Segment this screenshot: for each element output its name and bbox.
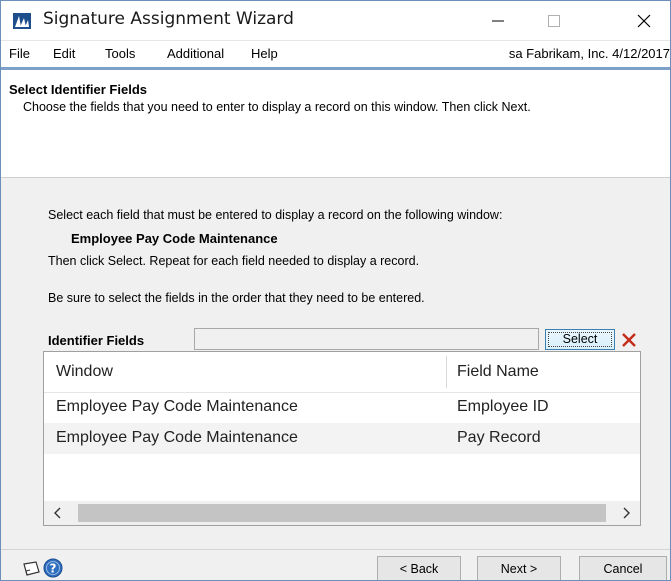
company-info: sa Fabrikam, Inc. 4/12/2017 — [508, 46, 670, 61]
wizard-window: Signature Assignment Wizard File Edit To… — [0, 0, 671, 581]
next-button[interactable]: Next > — [477, 556, 561, 580]
scroll-thumb[interactable] — [78, 504, 606, 522]
menu-edit[interactable]: Edit — [53, 46, 75, 61]
column-header-window[interactable]: Window — [56, 363, 113, 381]
list-header: Window Field Name — [44, 352, 640, 393]
maximize-icon — [548, 14, 560, 27]
menu-file[interactable]: File — [9, 46, 30, 61]
scroll-right-button[interactable] — [612, 501, 640, 525]
column-header-field-name[interactable]: Field Name — [457, 363, 539, 381]
back-button[interactable]: < Back — [377, 556, 461, 580]
horizontal-scrollbar[interactable] — [44, 501, 640, 525]
identifier-field-input[interactable] — [194, 328, 539, 350]
cell-window: Employee Pay Code Maintenance — [56, 398, 298, 415]
table-row[interactable]: Employee Pay Code Maintenance Employee I… — [44, 392, 640, 423]
identifier-fields-list[interactable]: Window Field Name Employee Pay Code Main… — [43, 351, 641, 526]
header-description: Choose the fields that you need to enter… — [23, 100, 531, 114]
maximize-button[interactable] — [531, 1, 577, 40]
cell-window: Employee Pay Code Maintenance — [56, 429, 298, 446]
select-button[interactable]: Select — [545, 329, 615, 350]
minimize-button[interactable] — [475, 1, 521, 40]
cell-field-name: Pay Record — [457, 429, 541, 446]
instruction-line-2: Then click Select. Repeat for each field… — [48, 254, 420, 268]
column-separator[interactable] — [446, 356, 447, 388]
dynamics-logo-icon — [13, 13, 31, 29]
header-panel: Select Identifier Fields Choose the fiel… — [1, 70, 670, 178]
table-row[interactable]: Employee Pay Code Maintenance Pay Record — [44, 423, 640, 454]
target-window-name: Employee Pay Code Maintenance — [71, 231, 278, 246]
help-icon[interactable]: ? — [43, 558, 63, 578]
cancel-button[interactable]: Cancel — [579, 556, 667, 580]
scroll-left-button[interactable] — [44, 501, 72, 525]
menu-tools[interactable]: Tools — [105, 46, 135, 61]
instruction-line-1: Select each field that must be entered t… — [48, 208, 503, 222]
close-button[interactable] — [619, 1, 669, 40]
footer-divider — [1, 549, 670, 550]
menu-bar: File Edit Tools Additional Help sa Fabri… — [1, 40, 670, 67]
red-x-icon — [622, 332, 636, 347]
title-bar: Signature Assignment Wizard — [1, 1, 670, 40]
minimize-icon — [492, 20, 504, 21]
window-title: Signature Assignment Wizard — [43, 9, 294, 29]
menu-help[interactable]: Help — [251, 46, 278, 61]
chevron-left-icon — [54, 507, 61, 519]
chevron-right-icon — [623, 507, 630, 519]
close-icon — [637, 14, 651, 27]
header-title: Select Identifier Fields — [9, 82, 147, 97]
menu-additional[interactable]: Additional — [167, 46, 224, 61]
note-icon[interactable] — [21, 560, 41, 578]
identifier-fields-label: Identifier Fields — [48, 333, 145, 348]
svg-text:?: ? — [50, 562, 57, 576]
cell-field-name: Employee ID — [457, 398, 549, 415]
delete-button[interactable] — [617, 329, 641, 350]
instruction-line-3: Be sure to select the fields in the orde… — [48, 291, 425, 305]
